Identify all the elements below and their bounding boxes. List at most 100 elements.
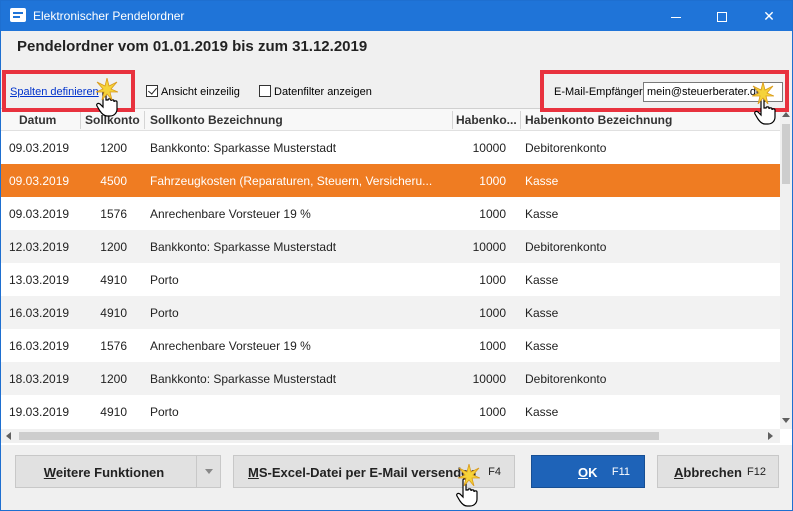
scroll-thumb[interactable] [782, 124, 790, 184]
click-burst-icon [96, 78, 118, 100]
close-button[interactable]: ✕ [746, 1, 792, 31]
cell-sollkonto-bezeichnung: Bankkonto: Sparkasse Musterstadt [150, 141, 337, 155]
scroll-down-icon[interactable] [782, 418, 790, 423]
table-row[interactable]: 18.03.2019 1200 Bankkonto: Sparkasse Muste… [1, 362, 782, 395]
cell-habenkonto-bezeichnung: Kasse [525, 207, 559, 221]
table-row[interactable]: 13.03.2019 4910 Porto 1000 Kasse [1, 263, 782, 296]
cell-sollkonto-bezeichnung: Bankkonto: Sparkasse Musterstadt [150, 372, 337, 386]
cell-habenkonto: 1000 [479, 405, 506, 419]
cell-datum: 09.03.2019 [9, 207, 70, 221]
column-separator[interactable] [520, 111, 521, 129]
close-icon: ✕ [763, 8, 775, 24]
cancel-button[interactable]: Abbrechen F12 [657, 455, 779, 488]
horizontal-scrollbar[interactable] [1, 429, 780, 443]
cell-habenkonto: 1000 [479, 339, 506, 353]
column-separator[interactable] [144, 111, 145, 129]
click-burst-icon [458, 464, 480, 486]
cell-habenkonto-bezeichnung: Kasse [525, 339, 559, 353]
single-line-view-label: Ansicht einzeilig [161, 86, 240, 98]
ok-label: OK [578, 456, 598, 489]
app-icon [10, 8, 26, 22]
send-excel-label: MS-Excel-Datei per E-Mail versenden [248, 456, 476, 489]
cell-habenkonto: 1000 [479, 207, 506, 221]
maximize-icon [717, 12, 727, 23]
table-row[interactable]: 16.03.2019 1576 Anrechenbare Vorsteuer 19 … [1, 329, 782, 362]
bookings-table: Datum Sollkonto Sollkonto Bezeichnung Ha… [1, 108, 792, 445]
cell-sollkonto-bezeichnung: Anrechenbare Vorsteuer 19 % [150, 339, 311, 353]
table-row-selected[interactable]: 09.03.2019 4500 Fahrzeugkosten (Reparature… [1, 164, 782, 197]
scroll-right-icon[interactable] [768, 432, 773, 440]
cell-habenkonto-bezeichnung: Debitorenkonto [525, 141, 607, 155]
click-burst-icon [752, 82, 774, 104]
more-functions-label: Weitere Funktionen [16, 456, 192, 489]
vertical-scrollbar[interactable] [780, 108, 792, 429]
maximize-button[interactable] [699, 1, 745, 31]
cell-sollkonto-bezeichnung: Porto [150, 306, 179, 320]
accelerator-letter: O [578, 465, 589, 480]
cell-habenkonto-bezeichnung: Debitorenkonto [525, 240, 607, 254]
cell-habenkonto: 1000 [479, 306, 506, 320]
chevron-down-icon[interactable] [196, 456, 220, 487]
send-excel-text: S-Excel-Datei per E-Mail versenden [258, 465, 477, 480]
cell-sollkonto: 1200 [100, 240, 127, 254]
accelerator-letter: W [43, 465, 56, 480]
cell-sollkonto-bezeichnung: Fahrzeugkosten (Reparaturen, Steuern, Ve… [150, 174, 433, 188]
single-line-view-checkbox[interactable]: Ansicht einzeilig [146, 85, 240, 98]
cell-sollkonto-bezeichnung: Anrechenbare Vorsteuer 19 % [150, 207, 311, 221]
cell-sollkonto: 4910 [100, 306, 127, 320]
cell-datum: 16.03.2019 [9, 339, 70, 353]
minimize-icon [671, 16, 681, 18]
cell-sollkonto-bezeichnung: Porto [150, 405, 179, 419]
column-header-datum[interactable]: Datum [19, 113, 77, 127]
cell-datum: 16.03.2019 [9, 306, 70, 320]
cell-habenkonto-bezeichnung: Kasse [525, 273, 559, 287]
page-title: Pendelordner vom 01.01.2019 bis zum 31.1… [17, 38, 368, 55]
cancel-label: Abbrechen [674, 456, 742, 489]
data-filter-label: Datenfilter anzeigen [274, 86, 372, 98]
ok-text: K [588, 465, 598, 480]
ok-button[interactable]: OK F11 [531, 455, 645, 488]
column-separator[interactable] [452, 111, 453, 129]
column-header-habenkonto[interactable]: Habenko... [456, 113, 518, 127]
cell-sollkonto-bezeichnung: Porto [150, 273, 179, 287]
title-bar[interactable]: Elektronischer Pendelordner ✕ [1, 1, 792, 31]
cell-habenkonto: 1000 [479, 273, 506, 287]
more-functions-text: eitere Funktionen [55, 465, 165, 480]
cell-sollkonto: 1200 [100, 141, 127, 155]
cell-habenkonto-bezeichnung: Kasse [525, 306, 559, 320]
minimize-button[interactable] [653, 1, 699, 31]
scroll-thumb-horizontal[interactable] [19, 432, 659, 440]
column-separator[interactable] [80, 111, 81, 129]
more-functions-button[interactable]: Weitere Funktionen [15, 455, 221, 488]
cell-habenkonto: 1000 [479, 174, 506, 188]
table-row[interactable]: 09.03.2019 1576 Anrechenbare Vorsteuer 19 … [1, 197, 782, 230]
data-filter-checkbox[interactable]: Datenfilter anzeigen [259, 85, 372, 98]
checkbox-checked-icon[interactable] [146, 85, 158, 97]
accelerator-letter: M [248, 465, 259, 480]
cell-sollkonto: 1576 [100, 207, 127, 221]
cell-sollkonto-bezeichnung: Bankkonto: Sparkasse Musterstadt [150, 240, 337, 254]
table-row[interactable]: 19.03.2019 4910 Porto 1000 Kasse [1, 395, 782, 428]
table-row[interactable]: 12.03.2019 1200 Bankkonto: Sparkasse Muste… [1, 230, 782, 263]
cell-datum: 09.03.2019 [9, 141, 70, 155]
column-header-habenkonto-bezeichnung[interactable]: Habenkonto Bezeichnung [525, 113, 775, 127]
scroll-left-icon[interactable] [6, 432, 11, 440]
scroll-up-icon[interactable] [782, 112, 790, 117]
column-header-sollkonto-bezeichnung[interactable]: Sollkonto Bezeichnung [150, 113, 448, 127]
table-row[interactable]: 16.03.2019 4910 Porto 1000 Kasse [1, 296, 782, 329]
cell-sollkonto: 1200 [100, 372, 127, 386]
table-row[interactable]: 09.03.2019 1200 Bankkonto: Sparkasse Muste… [1, 131, 782, 164]
cell-habenkonto-bezeichnung: Kasse [525, 174, 559, 188]
checkbox-unchecked-icon[interactable] [259, 85, 271, 97]
cell-datum: 09.03.2019 [9, 174, 70, 188]
cell-habenkonto: 10000 [472, 240, 506, 254]
cell-sollkonto: 4500 [100, 174, 127, 188]
shortcut-key: F11 [611, 466, 630, 478]
cell-habenkonto-bezeichnung: Debitorenkonto [525, 372, 607, 386]
shortcut-key: F4 [488, 466, 501, 478]
cell-datum: 13.03.2019 [9, 273, 70, 287]
cell-datum: 12.03.2019 [9, 240, 70, 254]
shortcut-key: F12 [747, 466, 766, 478]
cell-sollkonto: 4910 [100, 405, 127, 419]
cell-habenkonto-bezeichnung: Kasse [525, 405, 559, 419]
